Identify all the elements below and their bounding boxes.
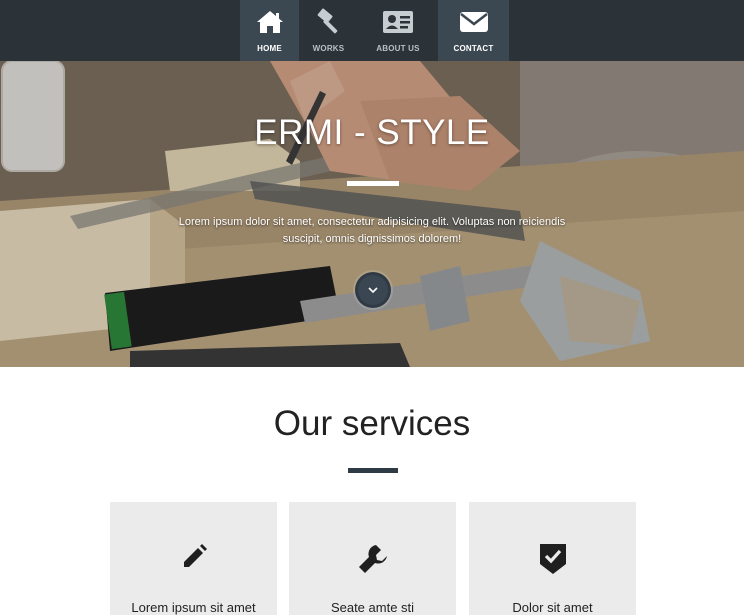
nav-item-works[interactable]: WORKS [299, 0, 358, 61]
hero-description: Lorem ipsum dolor sit amet, consectetur … [178, 216, 566, 245]
services-title: Our services [273, 404, 471, 443]
service-card-label: Dolor sit amet [512, 600, 593, 615]
top-navbar: HOME WORKS ABOUT US CONTACT [0, 0, 744, 61]
service-card-label: Lorem ipsum sit amet [131, 600, 256, 615]
nav-label-works: WORKS [312, 44, 345, 53]
scroll-down-button[interactable] [355, 272, 391, 308]
shield-check-icon [469, 542, 636, 576]
service-card-2: Seate amte sti [289, 502, 456, 615]
service-card-3: Dolor sit amet [469, 502, 636, 615]
home-icon [254, 6, 286, 38]
hero-banner: ERMI - STYLE Lorem ipsum dolor sit amet,… [0, 61, 744, 367]
service-card-1: Lorem ipsum sit amet [110, 502, 277, 615]
envelope-icon [458, 6, 490, 38]
hero-title: ERMI - STYLE [254, 113, 490, 152]
nav-item-about-us[interactable]: ABOUT US [358, 0, 438, 61]
nav-label-contact: CONTACT [453, 44, 494, 53]
nav-item-home[interactable]: HOME [240, 0, 299, 61]
id-card-icon [382, 6, 414, 38]
hero-divider [347, 181, 399, 186]
nav-item-contact[interactable]: CONTACT [438, 0, 509, 61]
chevron-down-icon [368, 281, 378, 299]
pencil-icon [110, 542, 277, 576]
service-card-label: Seate amte sti [330, 600, 415, 615]
wrench-icon [289, 542, 456, 576]
nav-label-about-us: ABOUT US [376, 44, 420, 53]
services-divider [348, 468, 398, 473]
hammer-icon [313, 6, 345, 38]
main-nav: HOME WORKS ABOUT US CONTACT [240, 0, 509, 61]
nav-label-home: HOME [257, 44, 282, 53]
